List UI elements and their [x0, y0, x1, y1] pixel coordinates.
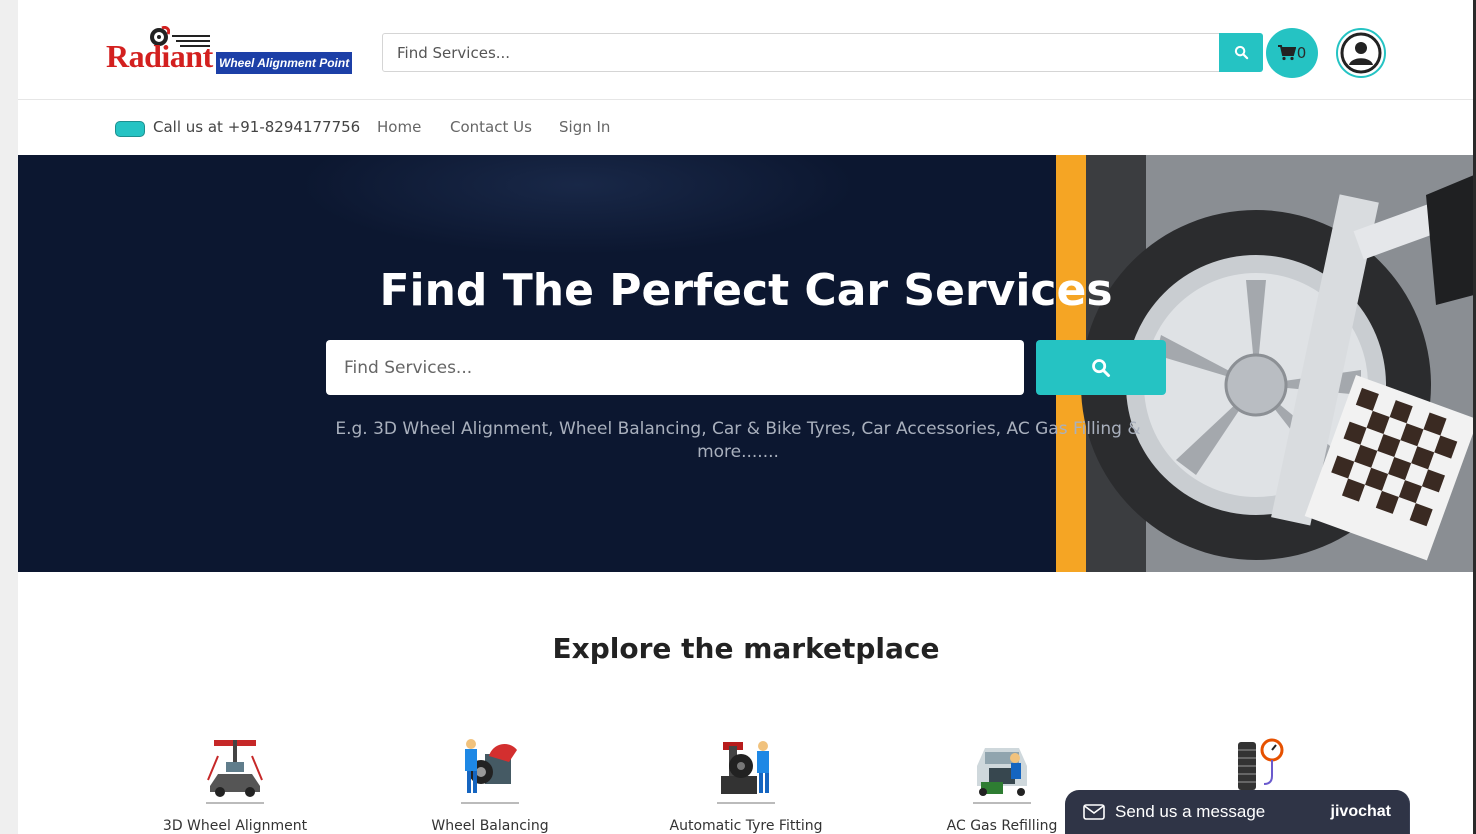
user-icon	[1340, 32, 1382, 74]
service-underline	[973, 802, 1031, 804]
search-icon	[1234, 45, 1248, 60]
site-header: Radiant Wheel Alignment Point Find Servi…	[18, 0, 1474, 100]
nav-contact-us[interactable]: Contact Us	[450, 118, 532, 136]
service-label: 3D Wheel Alignment	[162, 818, 308, 834]
hero-banner: Find The Perfect Car Services Find Servi…	[18, 155, 1474, 572]
chat-brand: jivochat	[1330, 803, 1391, 820]
header-search-input[interactable]: Find Services...	[382, 33, 1220, 72]
wheel-alignment-icon	[204, 736, 266, 800]
service-label: Automatic Tyre Fitting	[669, 818, 823, 834]
ac-gas-icon	[971, 736, 1033, 800]
service-underline	[461, 802, 519, 804]
service-underline	[717, 802, 775, 804]
page: Radiant Wheel Alignment Point Find Servi…	[0, 0, 1476, 834]
service-automatic-tyre-fitting[interactable]: Automatic Tyre Fitting	[646, 736, 846, 834]
hero-search-button[interactable]	[1036, 340, 1166, 395]
user-avatar-button[interactable]	[1336, 28, 1386, 78]
hero-glow	[298, 155, 858, 255]
cart-icon	[1277, 45, 1296, 61]
nav-home[interactable]: Home	[377, 118, 421, 136]
search-icon	[1092, 358, 1110, 377]
nav-phone[interactable]: Call us at +91-8294177756	[153, 118, 360, 136]
chat-widget[interactable]: Send us a message jivochat	[1065, 790, 1409, 834]
hero-title: Find The Perfect Car Services	[379, 265, 1113, 316]
site-logo[interactable]: Radiant Wheel Alignment Point	[106, 24, 366, 76]
service-label: Wheel Balancing	[431, 818, 549, 834]
phone-icon	[115, 121, 145, 137]
nav-sign-in[interactable]: Sign In	[559, 118, 610, 136]
tyre-fitting-icon	[715, 736, 777, 800]
site-shell: Radiant Wheel Alignment Point Find Servi…	[18, 0, 1474, 834]
chat-message-label: Send us a message	[1115, 802, 1266, 821]
cart-count: 0	[1296, 44, 1307, 62]
wheel-balancing-icon	[459, 736, 521, 800]
logo-tagline: Wheel Alignment Point	[216, 52, 353, 74]
service-3d-wheel-alignment[interactable]: 3D Wheel Alignment	[135, 736, 335, 834]
hero-hint-text: E.g. 3D Wheel Alignment, Wheel Balancing…	[335, 419, 1141, 462]
service-underline	[206, 802, 264, 804]
hero-search-input[interactable]: Find Services...	[326, 340, 1024, 395]
cart-button[interactable]: 0	[1266, 28, 1318, 78]
envelope-icon	[1083, 804, 1105, 820]
service-wheel-balancing[interactable]: Wheel Balancing	[390, 736, 590, 834]
header-search-button[interactable]	[1219, 33, 1263, 72]
logo-wordmark: Radiant	[106, 38, 213, 74]
explore-title: Explore the marketplace	[552, 632, 940, 665]
